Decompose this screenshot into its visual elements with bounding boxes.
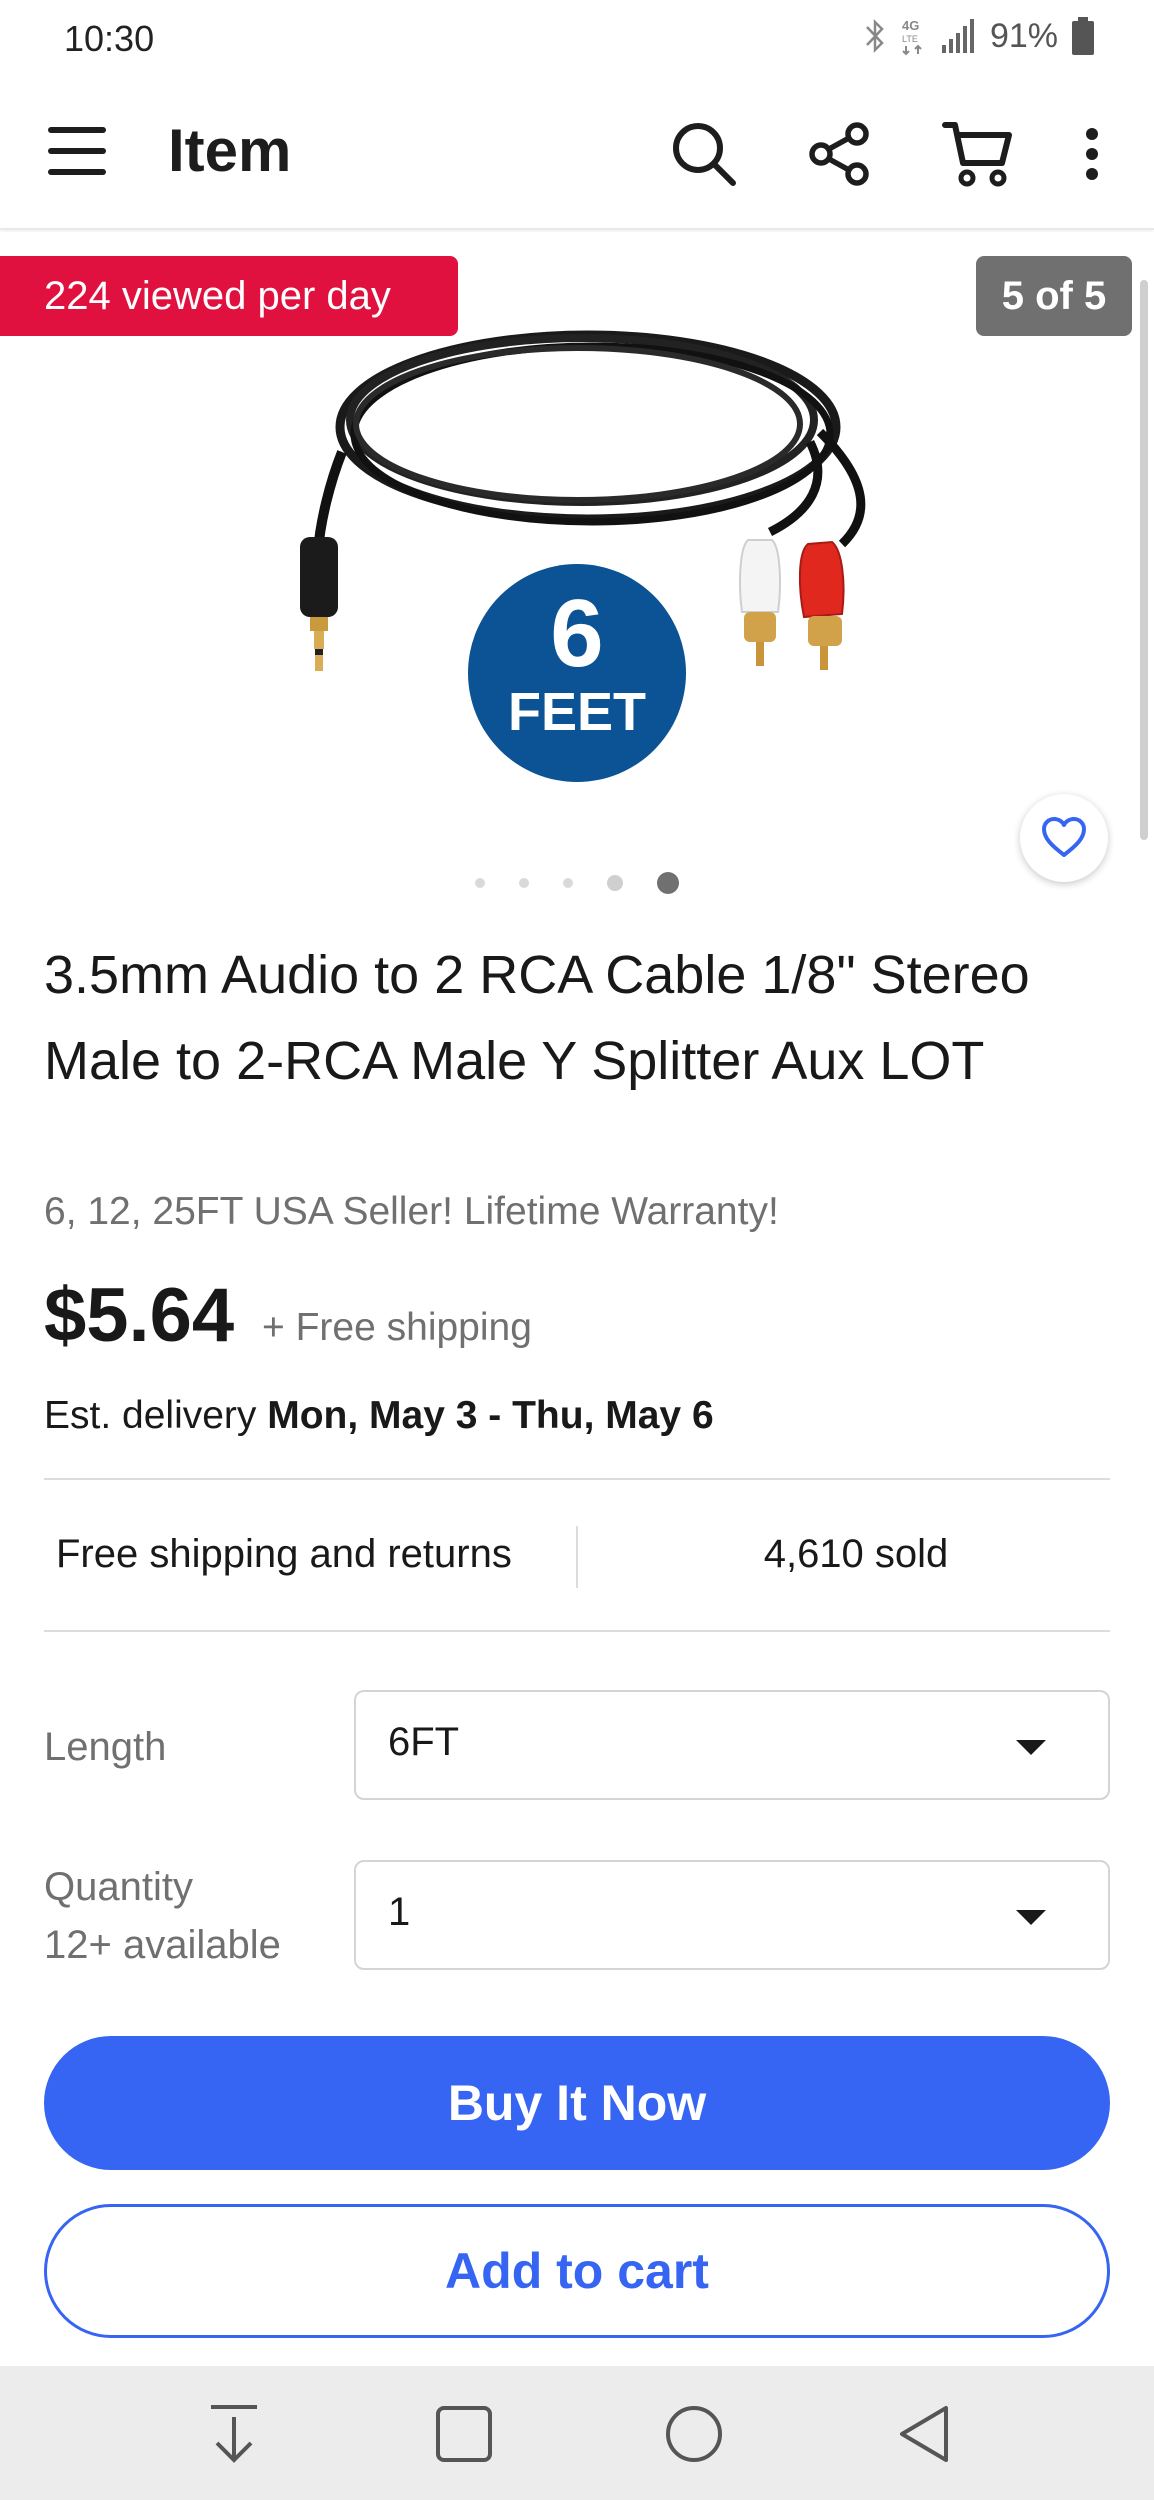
- caret-down-icon: [1016, 1740, 1046, 1755]
- quantity-label: Quantity: [44, 1865, 193, 1909]
- cart-icon: [942, 122, 1012, 187]
- pager-dot[interactable]: [475, 878, 485, 888]
- share-button[interactable]: [802, 116, 878, 192]
- network-icon: 4G LTE: [900, 16, 926, 56]
- status-time: 10:30: [64, 18, 155, 59]
- delivery-dates: Mon, May 3 - Thu, May 6: [267, 1394, 714, 1437]
- add-to-cart-button[interactable]: Add to cart: [44, 2204, 1110, 2338]
- share-icon: [809, 122, 869, 186]
- search-icon: [673, 123, 736, 186]
- length-badge: 6 FEET: [468, 564, 686, 782]
- length-badge-number: 6: [550, 580, 604, 687]
- pager-dot[interactable]: [607, 875, 623, 891]
- quantity-select[interactable]: 1: [354, 1860, 1110, 1970]
- item-price: $5.64: [44, 1273, 235, 1358]
- watch-button[interactable]: [1020, 794, 1108, 882]
- scrollbar[interactable]: [1140, 280, 1148, 840]
- more-icon: [1086, 128, 1098, 180]
- home-button[interactable]: [654, 2394, 734, 2474]
- viewed-per-day-badge: 224 viewed per day: [0, 256, 458, 336]
- image-count-badge: 5 of 5: [976, 256, 1132, 336]
- bluetooth-icon: [864, 18, 886, 54]
- system-nav-bar: [0, 2366, 1154, 2500]
- menu-button[interactable]: [42, 116, 112, 186]
- sold-count: 4,610 sold: [763, 1532, 949, 1576]
- back-triangle-icon: [900, 2406, 948, 2462]
- arrow-down-icon: [211, 2405, 257, 2463]
- signal-icon: [940, 19, 976, 53]
- pager-dot[interactable]: [563, 878, 573, 888]
- heart-icon: [1042, 817, 1086, 857]
- pager-dot-active[interactable]: [657, 872, 679, 894]
- pager-dot[interactable]: [519, 878, 529, 888]
- divider: [44, 1478, 1110, 1480]
- quantity-available: 12+ available: [44, 1923, 281, 1967]
- battery-text: 91%: [989, 16, 1058, 55]
- notification-pull-button[interactable]: [194, 2394, 274, 2474]
- shipping-cost: + Free shipping: [262, 1306, 532, 1349]
- divider: [44, 1630, 1110, 1632]
- svg-text:4G: 4G: [902, 18, 919, 33]
- back-button[interactable]: [884, 2394, 964, 2474]
- more-options-button[interactable]: [1054, 116, 1130, 192]
- item-subtitle: 6, 12, 25FT USA Seller! Lifetime Warrant…: [44, 1190, 779, 1233]
- status-icons: 4G LTE 91%: [864, 16, 1094, 56]
- caret-down-icon: [1016, 1910, 1046, 1925]
- search-button[interactable]: [666, 116, 742, 192]
- length-badge-unit: FEET: [507, 682, 646, 742]
- length-select[interactable]: 6FT: [354, 1690, 1110, 1800]
- circle-icon: [666, 2406, 722, 2462]
- quantity-select-value: 1: [388, 1890, 411, 1934]
- svg-text:LTE: LTE: [902, 34, 918, 44]
- square-icon: [436, 2406, 492, 2462]
- page-title: Item: [168, 117, 292, 184]
- menu-icon: [48, 127, 106, 175]
- length-select-value: 6FT: [388, 1720, 460, 1764]
- recent-apps-button[interactable]: [424, 2394, 504, 2474]
- image-gallery[interactable]: 224 viewed per day 5 of 5 6 FEET: [0, 232, 1154, 912]
- image-pager-dots: [0, 872, 1154, 894]
- length-label: Length: [44, 1725, 167, 1769]
- free-shipping-returns: Free shipping and returns: [56, 1532, 512, 1576]
- item-title: 3.5mm Audio to 2 RCA Cable 1/8" Stereo M…: [44, 945, 1030, 1091]
- battery-icon: [1072, 17, 1094, 55]
- estimated-delivery: Est. delivery Mon, May 3 - Thu, May 6: [44, 1394, 714, 1438]
- delivery-label: Est. delivery: [44, 1394, 257, 1437]
- app-bar: Item: [0, 78, 1154, 230]
- status-bar: 10:30 4G LTE 91%: [0, 0, 1154, 78]
- cart-button[interactable]: [940, 116, 1016, 192]
- buy-it-now-button[interactable]: Buy It Now: [44, 2036, 1110, 2170]
